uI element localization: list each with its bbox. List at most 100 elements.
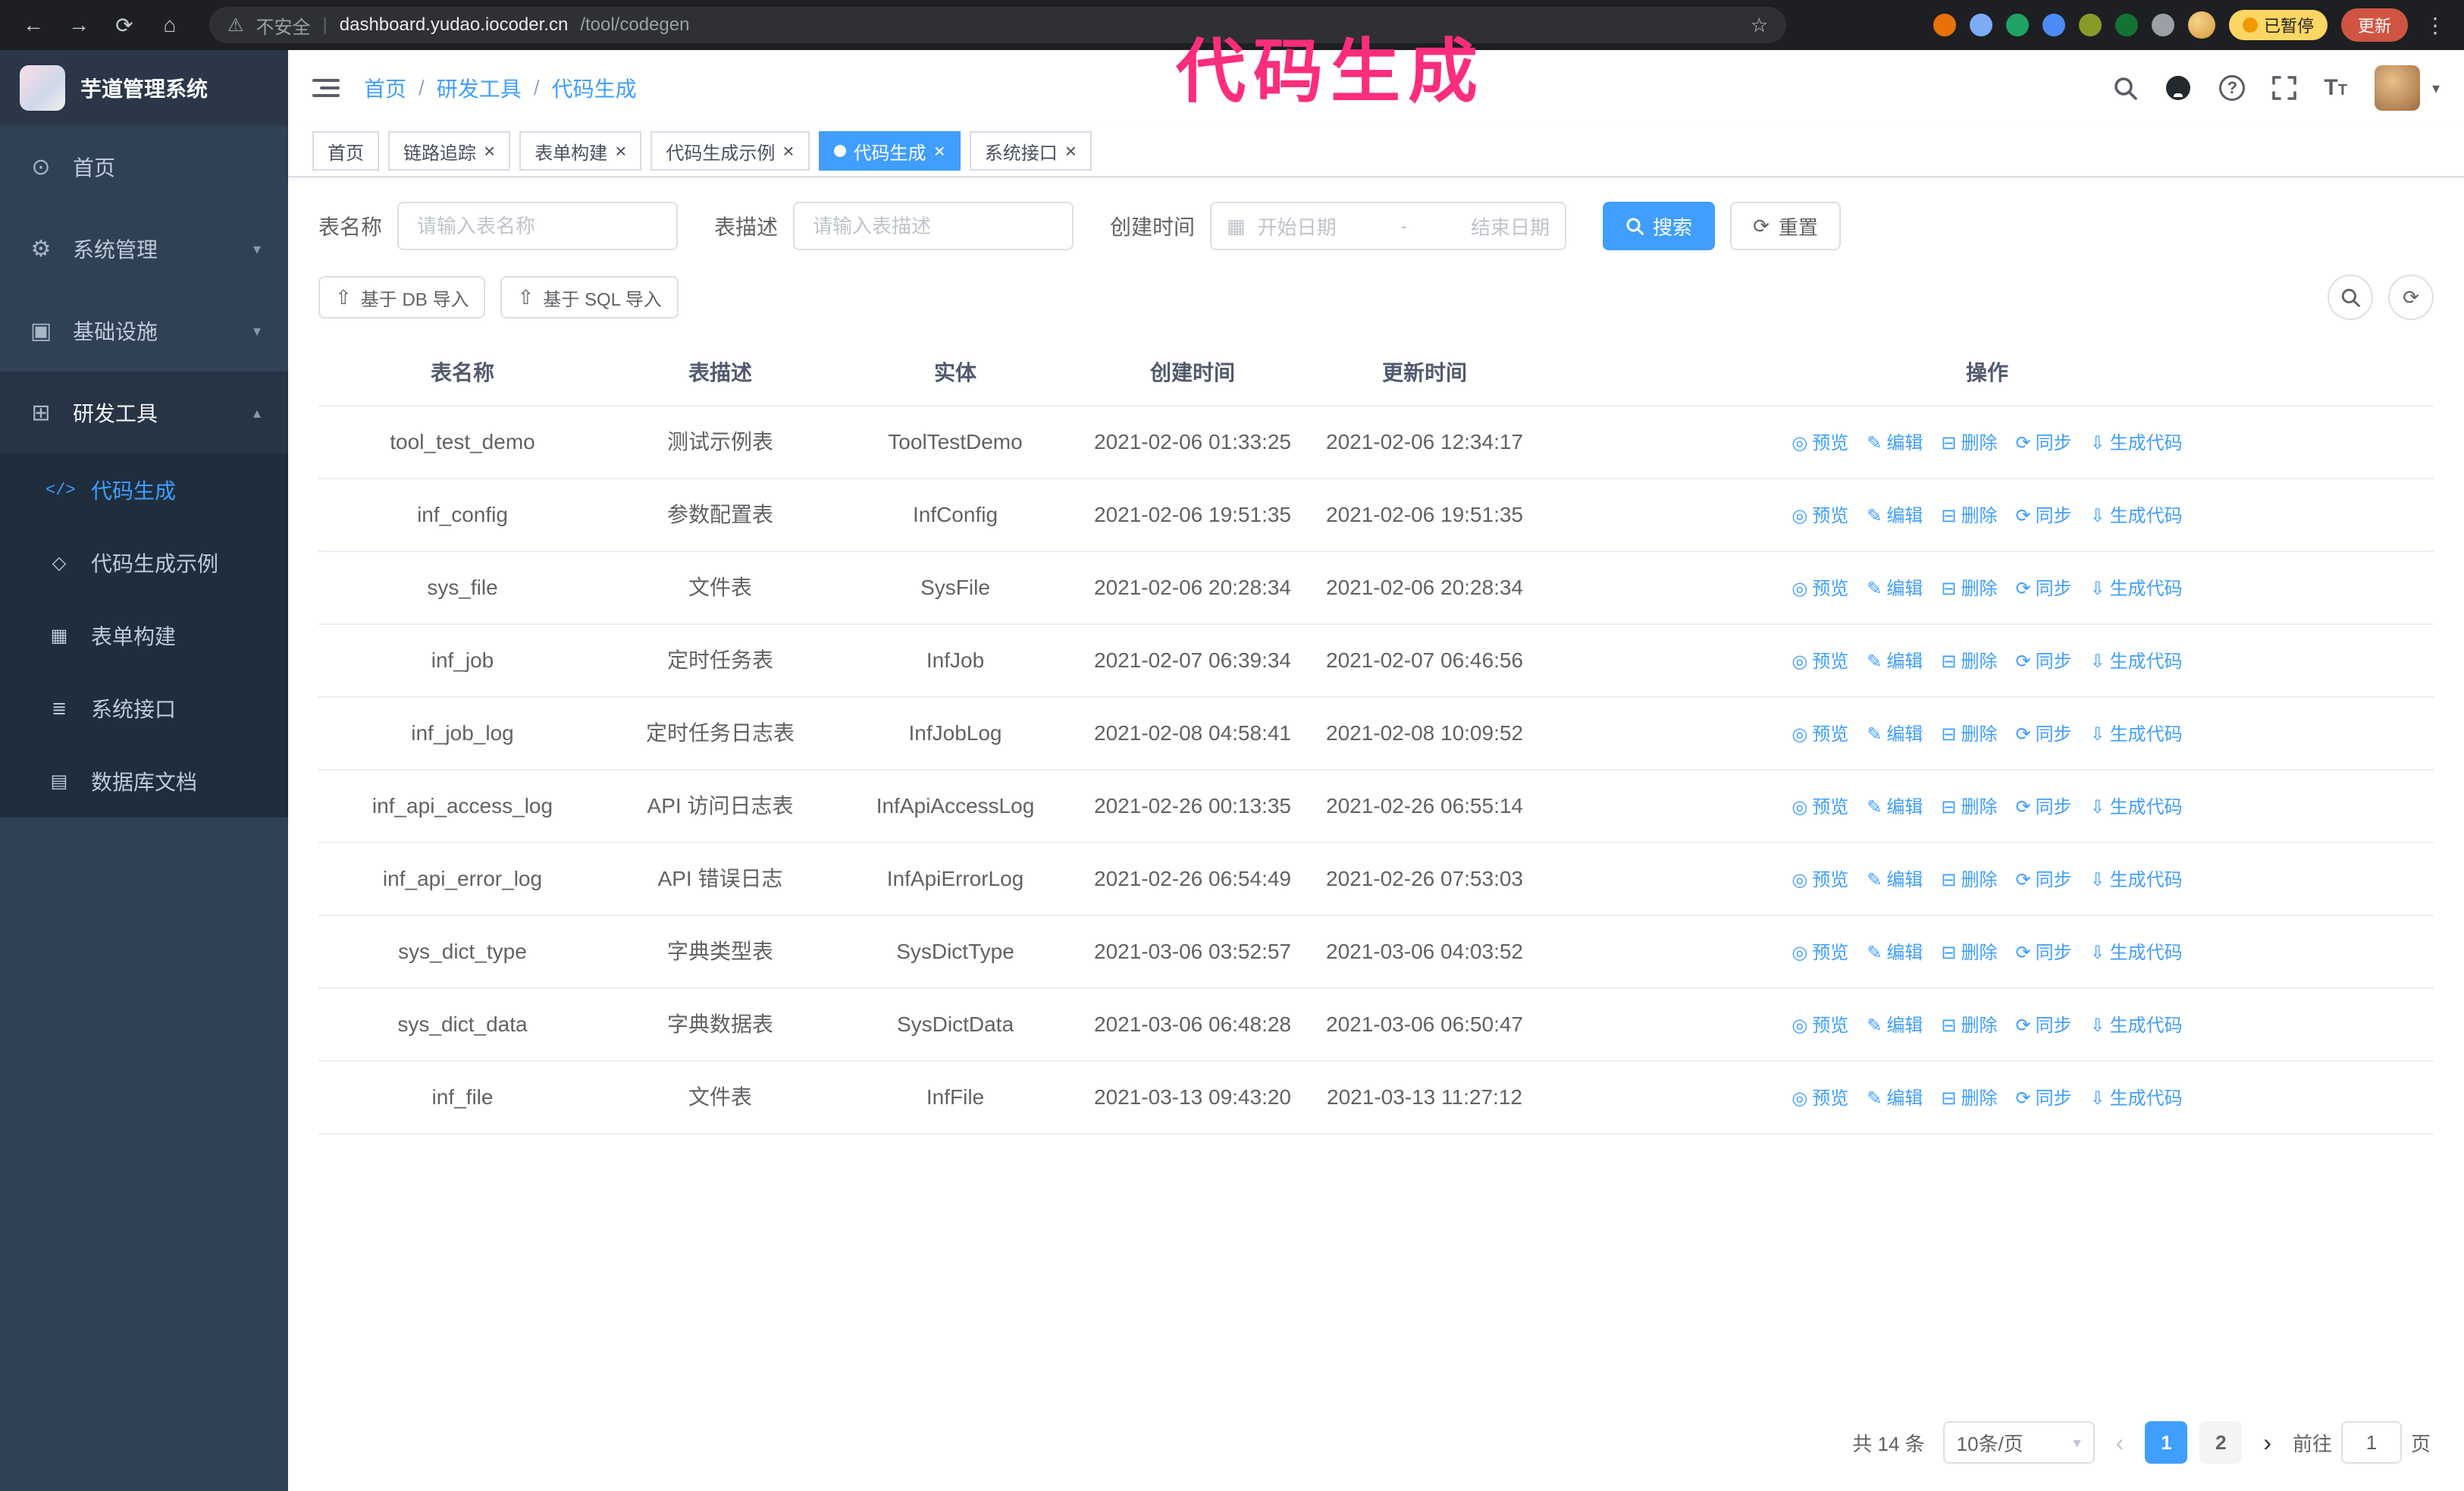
action-edit-pencil[interactable]: ✎ 编辑: [1867, 721, 1923, 749]
action-sync-refresh[interactable]: ⟳ 同步: [2015, 940, 2071, 967]
action-delete-trash[interactable]: ⊟ 删除: [1941, 721, 1997, 749]
browser-menu-icon[interactable]: ⋮: [2422, 13, 2449, 38]
tab-代码生成示例[interactable]: 代码生成示例 ×: [650, 131, 810, 171]
back-icon[interactable]: ←: [15, 7, 52, 43]
forward-icon[interactable]: →: [61, 7, 97, 43]
prev-page-icon[interactable]: ‹: [2113, 1429, 2127, 1457]
extension-icon-1[interactable]: [1933, 14, 1956, 36]
action-edit-pencil[interactable]: ✎ 编辑: [1867, 940, 1923, 967]
action-sync-refresh[interactable]: ⟳ 同步: [2015, 1085, 2071, 1113]
tab-close-icon[interactable]: ×: [484, 141, 495, 161]
extension-icon-5[interactable]: [2078, 14, 2102, 36]
table-desc-input[interactable]: [793, 202, 1074, 250]
action-eye[interactable]: ◎ 预览: [1792, 576, 1848, 603]
action-sync-refresh[interactable]: ⟳ 同步: [2015, 794, 2071, 821]
date-range-picker[interactable]: ▦ 开始日期 - 结束日期: [1210, 202, 1567, 250]
action-generate-download[interactable]: ⇩ 生成代码: [2090, 503, 2183, 530]
action-edit-pencil[interactable]: ✎ 编辑: [1867, 1085, 1923, 1113]
action-eye[interactable]: ◎ 预览: [1792, 503, 1848, 530]
import-db-button[interactable]: ⇧ 基于 DB 导入: [318, 276, 486, 319]
action-delete-trash[interactable]: ⊟ 删除: [1941, 867, 1997, 894]
action-eye[interactable]: ◎ 预览: [1792, 1012, 1848, 1040]
action-generate-download[interactable]: ⇩ 生成代码: [2090, 430, 2183, 457]
goto-page-input[interactable]: [2340, 1421, 2402, 1464]
help-icon[interactable]: ?: [2219, 75, 2246, 101]
toggle-search-button[interactable]: [2328, 275, 2373, 320]
action-eye[interactable]: ◎ 预览: [1792, 1085, 1848, 1113]
action-edit-pencil[interactable]: ✎ 编辑: [1867, 430, 1923, 457]
action-sync-refresh[interactable]: ⟳ 同步: [2015, 648, 2071, 676]
action-eye[interactable]: ◎ 预览: [1792, 648, 1848, 676]
action-sync-refresh[interactable]: ⟳ 同步: [2015, 430, 2071, 457]
font-size-icon[interactable]: TT: [2324, 75, 2347, 101]
search-icon[interactable]: [2113, 76, 2138, 100]
next-page-icon[interactable]: ›: [2260, 1429, 2274, 1457]
action-sync-refresh[interactable]: ⟳ 同步: [2015, 503, 2071, 530]
extension-icon-3[interactable]: [2005, 14, 2029, 36]
action-delete-trash[interactable]: ⊟ 删除: [1941, 648, 1997, 676]
action-edit-pencil[interactable]: ✎ 编辑: [1867, 1012, 1923, 1040]
action-edit-pencil[interactable]: ✎ 编辑: [1867, 867, 1923, 894]
sidebar-item-codegen[interactable]: </> 代码生成: [0, 454, 288, 526]
action-generate-download[interactable]: ⇩ 生成代码: [2090, 721, 2183, 749]
tab-代码生成[interactable]: 代码生成 ×: [818, 131, 961, 171]
sidebar-item-home[interactable]: ⊙ 首页: [0, 126, 288, 208]
action-sync-refresh[interactable]: ⟳ 同步: [2015, 1012, 2071, 1040]
hamburger-icon[interactable]: [312, 77, 340, 99]
import-sql-button[interactable]: ⇧ 基于 SQL 导入: [500, 276, 679, 319]
extension-icon-4[interactable]: [2042, 14, 2065, 36]
user-avatar[interactable]: [2374, 65, 2420, 111]
action-delete-trash[interactable]: ⊟ 删除: [1941, 576, 1997, 603]
action-delete-trash[interactable]: ⊟ 删除: [1941, 1012, 1997, 1040]
action-generate-download[interactable]: ⇩ 生成代码: [2090, 794, 2183, 821]
tab-链路追踪[interactable]: 链路追踪 ×: [388, 131, 511, 171]
app-logo[interactable]: 芋道管理系统: [0, 50, 288, 126]
page-number-1[interactable]: 1: [2145, 1421, 2188, 1464]
sidebar-item-db-docs[interactable]: ▤ 数据库文档: [0, 745, 288, 818]
action-eye[interactable]: ◎ 预览: [1792, 867, 1848, 894]
page-size-select[interactable]: 10条/页 ▾: [1942, 1421, 2095, 1464]
breadcrumb-home[interactable]: 首页: [364, 73, 406, 103]
action-edit-pencil[interactable]: ✎ 编辑: [1867, 794, 1923, 821]
sidebar-item-codegen-example[interactable]: ◇ 代码生成示例: [0, 526, 288, 599]
action-edit-pencil[interactable]: ✎ 编辑: [1867, 576, 1923, 603]
update-button[interactable]: 更新: [2340, 8, 2408, 42]
tab-系统接口[interactable]: 系统接口 ×: [969, 131, 1092, 171]
action-delete-trash[interactable]: ⊟ 删除: [1941, 430, 1997, 457]
page-number-2[interactable]: 2: [2199, 1421, 2243, 1464]
action-generate-download[interactable]: ⇩ 生成代码: [2090, 867, 2183, 894]
paused-badge[interactable]: 已暂停: [2228, 10, 2328, 40]
tab-close-icon[interactable]: ×: [615, 141, 626, 161]
sidebar-item-system-api[interactable]: ≣ 系统接口: [0, 672, 288, 745]
breadcrumb-devtools[interactable]: 研发工具: [437, 73, 522, 103]
fullscreen-icon[interactable]: [2272, 76, 2297, 100]
action-edit-pencil[interactable]: ✎ 编辑: [1867, 648, 1923, 676]
extension-icon-6[interactable]: [2114, 14, 2138, 36]
profile-avatar[interactable]: [2187, 11, 2215, 39]
action-generate-download[interactable]: ⇩ 生成代码: [2090, 576, 2183, 603]
sidebar-item-system[interactable]: ⚙ 系统管理 ▾: [0, 208, 288, 290]
github-icon[interactable]: [2165, 74, 2192, 102]
extension-icon-2[interactable]: [1969, 14, 1992, 36]
action-eye[interactable]: ◎ 预览: [1792, 721, 1848, 749]
sidebar-item-form-builder[interactable]: ▦ 表单构建: [0, 599, 288, 672]
action-generate-download[interactable]: ⇩ 生成代码: [2090, 1012, 2183, 1040]
home-icon[interactable]: ⌂: [152, 7, 188, 43]
tab-表单构建[interactable]: 表单构建 ×: [519, 131, 642, 171]
tab-首页[interactable]: 首页: [312, 131, 379, 171]
table-name-input[interactable]: [397, 202, 679, 250]
action-edit-pencil[interactable]: ✎ 编辑: [1867, 503, 1923, 530]
refresh-icon[interactable]: ⟳: [106, 7, 143, 43]
sidebar-item-infra[interactable]: ▣ 基础设施 ▾: [0, 290, 288, 372]
extension-icon-7[interactable]: [2151, 14, 2174, 36]
action-eye[interactable]: ◎ 预览: [1792, 794, 1848, 821]
action-sync-refresh[interactable]: ⟳ 同步: [2015, 576, 2071, 603]
action-delete-trash[interactable]: ⊟ 删除: [1941, 503, 1997, 530]
action-generate-download[interactable]: ⇩ 生成代码: [2090, 940, 2183, 967]
bookmark-star-icon[interactable]: ☆: [1751, 14, 1768, 37]
tab-close-icon[interactable]: ×: [1065, 141, 1077, 161]
action-sync-refresh[interactable]: ⟳ 同步: [2015, 721, 2071, 749]
refresh-table-button[interactable]: ⟳: [2388, 275, 2434, 320]
reset-button[interactable]: ⟳ 重置: [1730, 202, 1841, 250]
action-delete-trash[interactable]: ⊟ 删除: [1941, 940, 1997, 967]
